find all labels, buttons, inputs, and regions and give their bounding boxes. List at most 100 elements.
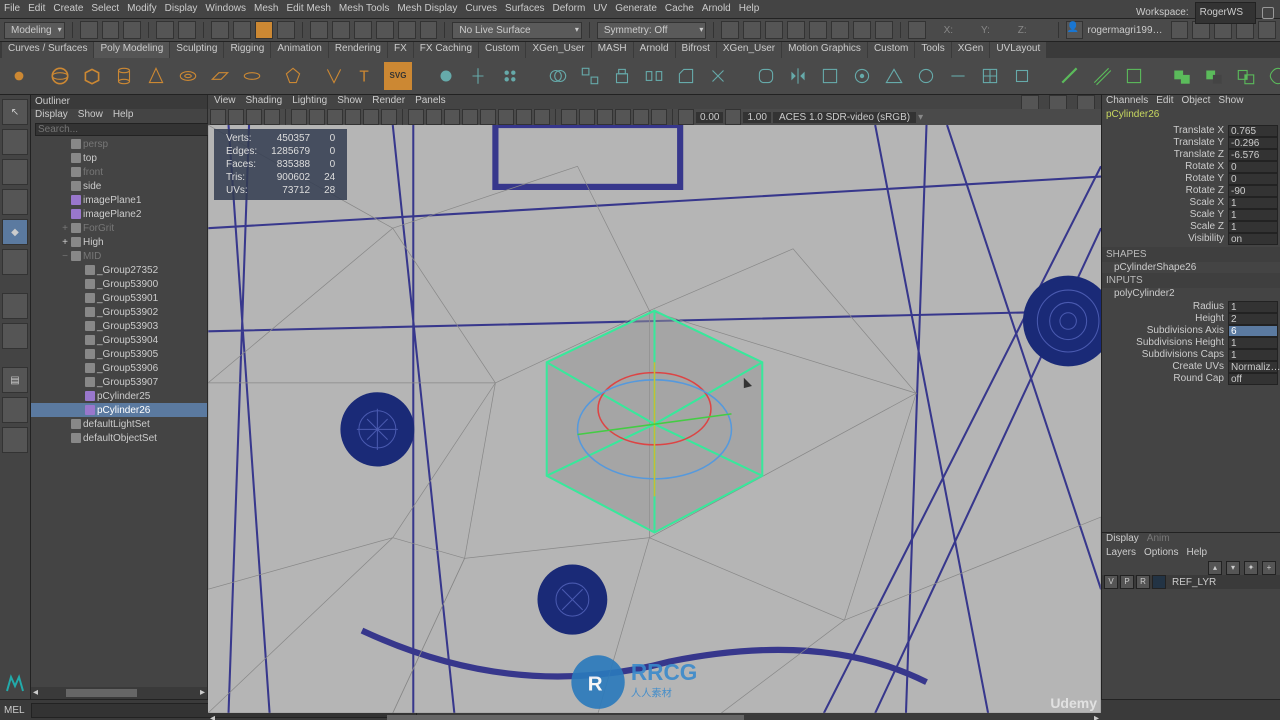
menu-arnold[interactable]: Arnold xyxy=(702,0,731,18)
vpt-icon[interactable] xyxy=(426,109,442,125)
cb-input-name[interactable]: polyCylinder2 xyxy=(1102,288,1280,299)
vpt-icon[interactable] xyxy=(210,109,226,125)
outliner-node[interactable]: −MID xyxy=(31,249,207,263)
tab-polymodeling[interactable]: Poly Modeling xyxy=(94,42,169,58)
poly-torus-icon[interactable] xyxy=(174,62,202,90)
layers-tab-display[interactable]: Display xyxy=(1106,533,1139,547)
poly-sphere-icon[interactable] xyxy=(46,62,74,90)
menu-generate[interactable]: Generate xyxy=(615,0,657,18)
snap-grid-icon[interactable] xyxy=(310,21,328,39)
poly-plane-icon[interactable] xyxy=(206,62,234,90)
vpt-icon[interactable] xyxy=(291,109,307,125)
vpt-icon[interactable] xyxy=(651,109,667,125)
layer-move-down-icon[interactable]: ▾ xyxy=(1226,561,1240,575)
menu-mesh[interactable]: Mesh xyxy=(254,0,278,18)
move-tool[interactable] xyxy=(2,159,28,185)
rotate-tool[interactable] xyxy=(2,189,28,215)
tab-animation[interactable]: Animation xyxy=(271,42,327,58)
menu-cache[interactable]: Cache xyxy=(665,0,694,18)
vpt-icon[interactable] xyxy=(534,109,550,125)
workspace-dropdown[interactable]: RogerWS xyxy=(1195,2,1256,24)
layers-menu-help[interactable]: Help xyxy=(1186,547,1207,561)
tab-rigging[interactable]: Rigging xyxy=(224,42,270,58)
vp-colorspace-dropdown[interactable]: ACES 1.0 SDR-video (sRGB) xyxy=(773,112,916,123)
vpt-icon[interactable] xyxy=(498,109,514,125)
layer-new-icon[interactable]: ✦ xyxy=(1244,561,1258,575)
sym-icon[interactable] xyxy=(464,62,492,90)
snap-plane-icon[interactable] xyxy=(376,21,394,39)
tab-fxcaching[interactable]: FX Caching xyxy=(414,42,478,58)
outliner-node[interactable]: persp xyxy=(31,137,207,151)
bool-intersect-icon[interactable] xyxy=(1232,62,1260,90)
bevel-icon[interactable] xyxy=(672,62,700,90)
render-settings-icon[interactable] xyxy=(809,21,827,39)
vpt-icon[interactable] xyxy=(327,109,343,125)
vpt-icon[interactable] xyxy=(246,109,262,125)
vp-menu-show[interactable]: Show xyxy=(337,95,362,109)
outliner-toggle-icon[interactable]: ▤ xyxy=(2,367,28,393)
poly-cube-icon[interactable] xyxy=(78,62,106,90)
sculpt-icon[interactable] xyxy=(1264,62,1280,90)
panel-layout-icon[interactable] xyxy=(908,21,926,39)
outliner-node[interactable]: _Group53903 xyxy=(31,319,207,333)
poly-cone-icon[interactable] xyxy=(142,62,170,90)
outliner-node[interactable]: _Group53902 xyxy=(31,305,207,319)
menu-modify[interactable]: Modify xyxy=(127,0,156,18)
vpt-icon[interactable] xyxy=(381,109,397,125)
paint-select-icon[interactable] xyxy=(255,21,273,39)
vpt-icon[interactable] xyxy=(309,109,325,125)
outliner-node[interactable]: front xyxy=(31,165,207,179)
scale-tool[interactable]: ◆ xyxy=(2,219,28,245)
vpt-icon[interactable] xyxy=(462,109,478,125)
combine-icon[interactable] xyxy=(544,62,572,90)
pause-icon[interactable] xyxy=(875,21,893,39)
render-icon[interactable] xyxy=(765,21,783,39)
outliner-node[interactable]: _Group53901 xyxy=(31,291,207,305)
outliner-tree[interactable]: persptopfrontsideimagePlane1imagePlane2+… xyxy=(31,137,207,687)
bridge-icon[interactable] xyxy=(640,62,668,90)
snap-point-icon[interactable] xyxy=(354,21,372,39)
outliner-search[interactable] xyxy=(35,123,209,136)
tab-xgenuser[interactable]: XGen_User xyxy=(526,42,590,58)
hypershade-icon[interactable] xyxy=(831,21,849,39)
vpt-icon[interactable] xyxy=(615,109,631,125)
vp-menu-render[interactable]: Render xyxy=(372,95,405,109)
menu-surfaces[interactable]: Surfaces xyxy=(505,0,544,18)
outliner-hscroll[interactable]: ◂▸ xyxy=(31,687,207,699)
poly-platonic-icon[interactable] xyxy=(282,62,304,90)
vp-menu-view[interactable]: View xyxy=(214,95,236,109)
tab-xgen[interactable]: XGen xyxy=(952,42,990,58)
cb-menu-channels[interactable]: Channels xyxy=(1106,95,1148,109)
layer-row[interactable]: V P R REF_LYR xyxy=(1102,575,1280,589)
cb-shape-name[interactable]: pCylinderShape26 xyxy=(1102,262,1280,273)
quadrangulate-icon[interactable] xyxy=(912,62,940,90)
tab-rendering[interactable]: Rendering xyxy=(329,42,387,58)
multicut-icon[interactable] xyxy=(976,62,1004,90)
construction-icon[interactable] xyxy=(743,21,761,39)
insert-edge-icon[interactable] xyxy=(1056,62,1084,90)
menu-display[interactable]: Display xyxy=(165,0,198,18)
menu-deform[interactable]: Deform xyxy=(553,0,586,18)
account-icon[interactable]: 👤 xyxy=(1066,21,1084,39)
tab-fx[interactable]: FX xyxy=(388,42,413,58)
vp-gamma[interactable]: 1.00 xyxy=(743,112,770,123)
layers-tab-anim[interactable]: Anim xyxy=(1147,533,1170,547)
tab-sculpting[interactable]: Sculpting xyxy=(170,42,223,58)
mirror-icon[interactable] xyxy=(784,62,812,90)
outliner-node[interactable]: side xyxy=(31,179,207,193)
separate-icon[interactable] xyxy=(576,62,604,90)
outliner-node[interactable]: _Group53907 xyxy=(31,375,207,389)
outliner-menu-display[interactable]: Display xyxy=(35,109,68,123)
vp-menu-shading[interactable]: Shading xyxy=(246,95,283,109)
connect-icon[interactable] xyxy=(944,62,972,90)
shelf-collapse-icon[interactable] xyxy=(8,62,30,90)
layer-vis-toggle[interactable]: V xyxy=(1104,575,1118,589)
lock-icon[interactable] xyxy=(1262,7,1274,19)
four-view-icon[interactable] xyxy=(2,323,28,349)
menuset-dropdown[interactable]: Modeling xyxy=(4,22,65,39)
poly-text-icon[interactable]: T xyxy=(352,62,380,90)
redo-icon[interactable] xyxy=(178,21,196,39)
outliner-node[interactable]: _Group53906 xyxy=(31,361,207,375)
menu-file[interactable]: File xyxy=(4,0,20,18)
tab-bifrost[interactable]: Bifrost xyxy=(676,42,716,58)
